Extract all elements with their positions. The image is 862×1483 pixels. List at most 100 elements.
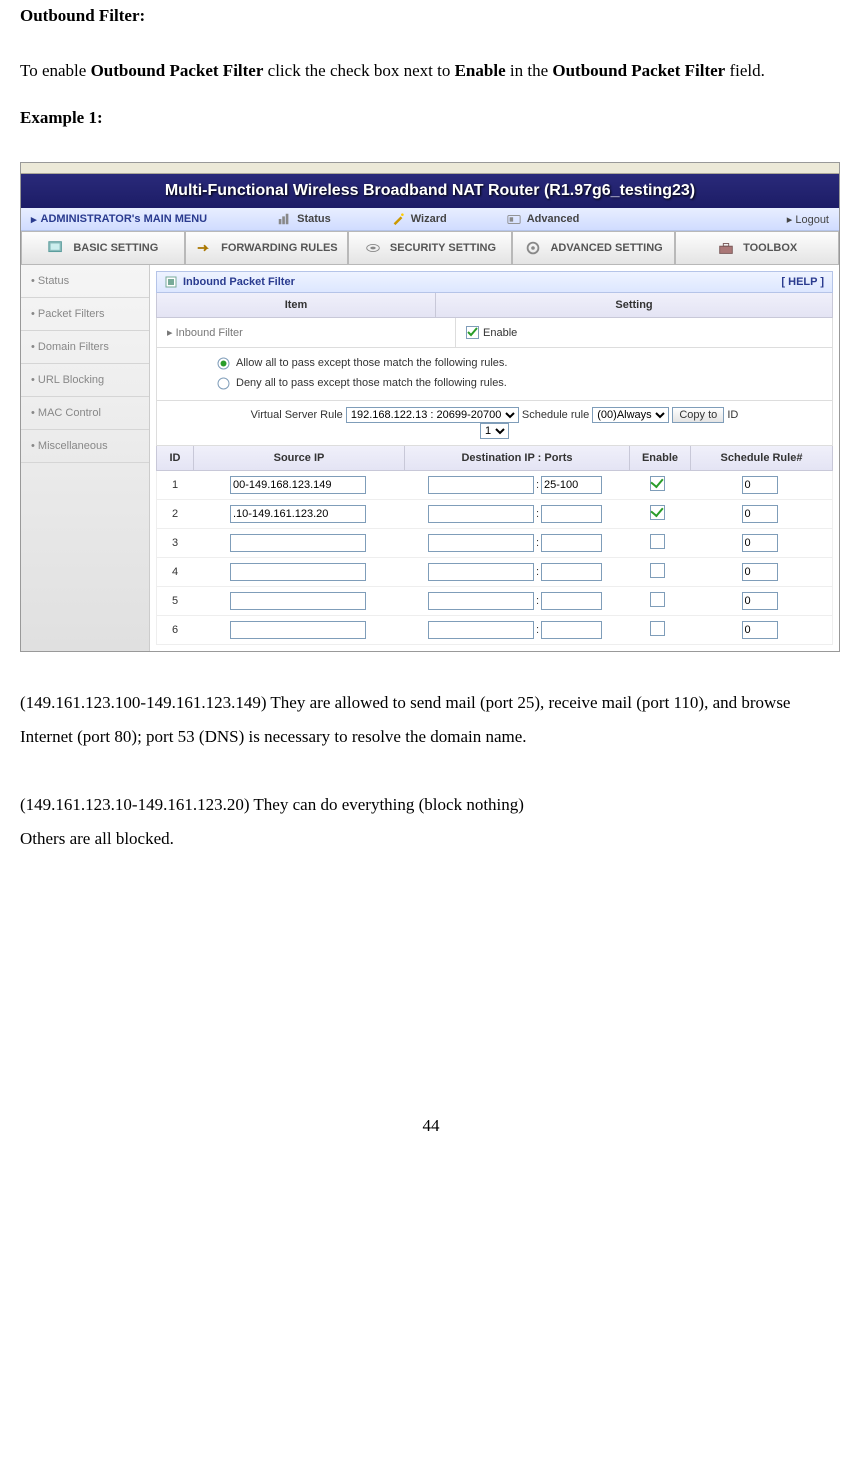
dest-port-input[interactable]	[541, 505, 602, 523]
sidebar: • Status • Packet Filters • Domain Filte…	[21, 265, 150, 651]
tab-forwarding-rules[interactable]: FORWARDING RULES	[185, 231, 349, 265]
col-item-header: Item	[157, 293, 436, 317]
schedule-rule-input[interactable]	[742, 505, 778, 523]
inbound-filter-label: ▸ Inbound Filter	[157, 318, 456, 347]
sidebar-label: Status	[38, 275, 69, 287]
router-title: Multi-Functional Wireless Broadband NAT …	[21, 174, 839, 208]
basic-icon	[47, 239, 65, 257]
sidebar-item-status[interactable]: • Status	[21, 265, 149, 298]
vsrule-select[interactable]: 192.168.122.13 : 20699-20700	[346, 407, 519, 423]
status-icon	[277, 212, 291, 226]
tab-security-setting[interactable]: SECURITY SETTING	[348, 231, 512, 265]
dest-ip-input[interactable]	[428, 621, 534, 639]
nav-status[interactable]: Status	[277, 212, 331, 226]
nav-label: Status	[297, 213, 331, 225]
schedule-rule-input[interactable]	[742, 563, 778, 581]
dest-ip-input[interactable]	[428, 563, 534, 581]
dest-port-input[interactable]	[541, 534, 602, 552]
admin-menu-bar: ▸ ADMINISTRATOR's MAIN MENU Status Wizar…	[21, 208, 839, 231]
text: in the	[506, 61, 553, 80]
panel-title: Inbound Packet Filter	[165, 276, 295, 288]
paragraph-1: (149.161.123.100-149.161.123.149) They a…	[20, 686, 842, 754]
virtual-server-rule-row: Virtual Server Rule 192.168.122.13 : 206…	[156, 401, 833, 446]
source-ip-input[interactable]	[230, 563, 366, 581]
enable-checkbox[interactable]	[650, 476, 665, 491]
sidebar-label: Miscellaneous	[38, 440, 108, 452]
tab-label: FORWARDING RULES	[221, 242, 338, 254]
enable-checkbox[interactable]	[650, 563, 665, 578]
page-number: 44	[20, 1116, 842, 1156]
enable-checkbox-icon[interactable]	[466, 326, 479, 339]
table-row: 1 :	[156, 471, 833, 500]
sidebar-label: URL Blocking	[38, 374, 104, 386]
sidebar-label: Packet Filters	[38, 308, 105, 320]
enable-checkbox[interactable]	[650, 505, 665, 520]
sidebar-item-domain-filters[interactable]: • Domain Filters	[21, 331, 149, 364]
example-heading: Example 1:	[20, 108, 842, 128]
id-label: ID	[727, 409, 738, 421]
th-id: ID	[157, 446, 194, 470]
dest-port-input[interactable]	[541, 592, 602, 610]
dest-port-input[interactable]	[541, 563, 602, 581]
tab-row: BASIC SETTING FORWARDING RULES SECURITY …	[21, 231, 839, 265]
schedule-rule-input[interactable]	[742, 534, 778, 552]
nav-advanced[interactable]: Advanced	[507, 212, 580, 226]
sidebar-label: Domain Filters	[38, 341, 109, 353]
copy-to-button[interactable]: Copy to	[672, 407, 724, 423]
router-screenshot: Multi-Functional Wireless Broadband NAT …	[20, 162, 840, 652]
radio-allow-icon[interactable]	[217, 357, 230, 370]
wizard-icon	[391, 212, 405, 226]
text-bold: Outbound Packet Filter	[552, 61, 725, 80]
help-link[interactable]: [ HELP ]	[781, 276, 824, 288]
advanced-icon	[507, 212, 521, 226]
table-row: 2 :	[156, 500, 833, 529]
vsrule-label: Virtual Server Rule	[251, 409, 343, 421]
forwarding-icon	[195, 239, 213, 257]
schedule-label: Schedule rule	[522, 409, 589, 421]
dest-ip-input[interactable]	[428, 505, 534, 523]
id-select[interactable]: 1	[480, 423, 509, 439]
text: click the check box next to	[263, 61, 454, 80]
sidebar-item-miscellaneous[interactable]: • Miscellaneous	[21, 430, 149, 463]
dest-port-input[interactable]	[541, 621, 602, 639]
sidebar-item-url-blocking[interactable]: • URL Blocking	[21, 364, 149, 397]
nav-wizard[interactable]: Wizard	[391, 212, 447, 226]
text: Others are all blocked.	[20, 829, 174, 848]
intro-paragraph: To enable Outbound Packet Filter click t…	[20, 54, 842, 88]
enable-checkbox[interactable]	[650, 534, 665, 549]
browser-chrome	[21, 163, 839, 174]
source-ip-input[interactable]	[230, 592, 366, 610]
schedule-rule-input[interactable]	[742, 476, 778, 494]
table-row: 4 :	[156, 558, 833, 587]
schedule-rule-input[interactable]	[742, 592, 778, 610]
source-ip-input[interactable]	[230, 476, 366, 494]
schedule-select[interactable]: (00)Always	[592, 407, 669, 423]
table-row: 6 :	[156, 616, 833, 645]
th-enable: Enable	[630, 446, 691, 470]
tab-basic-setting[interactable]: BASIC SETTING	[21, 231, 185, 265]
radio-deny-icon[interactable]	[217, 377, 230, 390]
th-source-ip: Source IP	[194, 446, 405, 470]
tab-advanced-setting[interactable]: ADVANCED SETTING	[512, 231, 676, 265]
sidebar-item-packet-filters[interactable]: • Packet Filters	[21, 298, 149, 331]
enable-checkbox[interactable]	[650, 592, 665, 607]
cell-id: 6	[157, 624, 193, 636]
source-ip-input[interactable]	[230, 621, 366, 639]
logout-link[interactable]: ▸ Logout	[787, 213, 829, 226]
dest-ip-input[interactable]	[428, 592, 534, 610]
dest-port-input[interactable]	[541, 476, 602, 494]
nav-label: Wizard	[411, 213, 447, 225]
source-ip-input[interactable]	[230, 505, 366, 523]
cell-id: 4	[157, 566, 193, 578]
heading-outbound-filter: Outbound Filter:	[20, 6, 842, 26]
dest-ip-input[interactable]	[428, 534, 534, 552]
enable-checkbox[interactable]	[650, 621, 665, 636]
source-ip-input[interactable]	[230, 534, 366, 552]
panel-icon	[165, 276, 177, 288]
tab-toolbox[interactable]: TOOLBOX	[675, 231, 839, 265]
cell-id: 2	[157, 508, 193, 520]
schedule-rule-input[interactable]	[742, 621, 778, 639]
sidebar-item-mac-control[interactable]: • MAC Control	[21, 397, 149, 430]
col-setting-header: Setting	[436, 293, 832, 317]
dest-ip-input[interactable]	[428, 476, 534, 494]
